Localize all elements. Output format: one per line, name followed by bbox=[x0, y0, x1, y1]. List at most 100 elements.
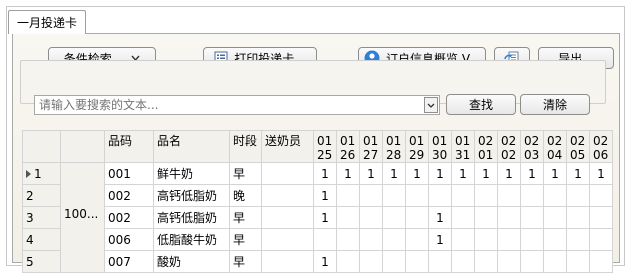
cell-quantity[interactable] bbox=[428, 184, 452, 207]
cell-quantity[interactable] bbox=[566, 184, 590, 207]
cell-quantity[interactable] bbox=[589, 228, 613, 251]
cell-quantity[interactable] bbox=[543, 250, 567, 273]
cell-quantity[interactable] bbox=[497, 228, 521, 251]
row-indicator[interactable]: 5 bbox=[22, 250, 61, 273]
date-column-header[interactable]: 01 29 bbox=[405, 130, 429, 163]
cell-quantity[interactable] bbox=[589, 250, 613, 273]
cell-quantity[interactable] bbox=[474, 228, 498, 251]
date-column-header[interactable]: 02 03 bbox=[520, 130, 544, 163]
row-indicator[interactable]: 1 bbox=[22, 162, 61, 185]
cell-period[interactable]: 早 bbox=[229, 228, 262, 251]
cell-quantity[interactable]: 1 bbox=[405, 162, 429, 185]
date-column-header[interactable]: 01 25 bbox=[313, 130, 337, 163]
cell-quantity[interactable] bbox=[451, 250, 475, 273]
cell-quantity[interactable] bbox=[589, 184, 613, 207]
cell-quantity[interactable] bbox=[336, 228, 360, 251]
clear-button[interactable]: 清除 bbox=[520, 94, 590, 115]
cell-quantity[interactable] bbox=[520, 206, 544, 229]
cell-code[interactable]: 001 bbox=[104, 162, 154, 185]
search-history-dropdown[interactable] bbox=[424, 97, 438, 113]
row-indicator[interactable]: 4 bbox=[22, 228, 61, 251]
cell-quantity[interactable] bbox=[405, 184, 429, 207]
cell-code[interactable]: 002 bbox=[104, 184, 154, 207]
cell-period[interactable]: 早 bbox=[229, 250, 262, 273]
cell-quantity[interactable] bbox=[405, 250, 429, 273]
cell-quantity[interactable]: 1 bbox=[428, 228, 452, 251]
cell-period[interactable]: 早 bbox=[229, 206, 262, 229]
column-header-code[interactable]: 品码 bbox=[104, 130, 154, 163]
cell-quantity[interactable] bbox=[405, 206, 429, 229]
cell-quantity[interactable]: 1 bbox=[313, 206, 337, 229]
cell-quantity[interactable] bbox=[497, 206, 521, 229]
column-header-period[interactable]: 时段 bbox=[229, 130, 262, 163]
cell-quantity[interactable] bbox=[543, 184, 567, 207]
cell-quantity[interactable] bbox=[474, 206, 498, 229]
cell-quantity[interactable]: 1 bbox=[474, 162, 498, 185]
cell-quantity[interactable] bbox=[474, 184, 498, 207]
cell-quantity[interactable] bbox=[359, 184, 383, 207]
cell-quantity[interactable] bbox=[359, 228, 383, 251]
cell-quantity[interactable] bbox=[566, 250, 590, 273]
cell-quantity[interactable] bbox=[589, 206, 613, 229]
cell-quantity[interactable] bbox=[520, 228, 544, 251]
cell-quantity[interactable] bbox=[451, 184, 475, 207]
cell-quantity[interactable]: 1 bbox=[497, 162, 521, 185]
cell-quantity[interactable]: 1 bbox=[566, 162, 590, 185]
cell-quantity[interactable] bbox=[405, 228, 429, 251]
date-column-header[interactable]: 01 26 bbox=[336, 130, 360, 163]
cell-quantity[interactable] bbox=[566, 206, 590, 229]
cell-name[interactable]: 低脂酸牛奶 bbox=[153, 228, 230, 251]
cell-name[interactable]: 酸奶 bbox=[153, 250, 230, 273]
date-column-header[interactable]: 02 02 bbox=[497, 130, 521, 163]
cell-quantity[interactable]: 1 bbox=[313, 250, 337, 273]
cell-code[interactable]: 007 bbox=[104, 250, 154, 273]
cell-quantity[interactable] bbox=[382, 184, 406, 207]
cell-quantity[interactable] bbox=[382, 228, 406, 251]
cell-quantity[interactable] bbox=[520, 184, 544, 207]
cell-quantity[interactable] bbox=[451, 206, 475, 229]
cell-quantity[interactable]: 1 bbox=[313, 162, 337, 185]
cell-period[interactable]: 晚 bbox=[229, 184, 262, 207]
cell-quantity[interactable] bbox=[336, 206, 360, 229]
cell-quantity[interactable] bbox=[497, 184, 521, 207]
table-row[interactable]: 5 007 酸奶早 1 bbox=[22, 250, 613, 273]
cell-quantity[interactable] bbox=[543, 206, 567, 229]
cell-quantity[interactable] bbox=[313, 228, 337, 251]
row-indicator[interactable]: 3 bbox=[22, 206, 61, 229]
cell-quantity[interactable]: 1 bbox=[428, 162, 452, 185]
table-row[interactable]: 3 002 高钙低脂奶早 1 1 bbox=[22, 206, 613, 229]
find-button[interactable]: 查找 bbox=[446, 94, 516, 115]
date-column-header[interactable]: 01 30 bbox=[428, 130, 452, 163]
cell-quantity[interactable] bbox=[382, 206, 406, 229]
cell-quantity[interactable] bbox=[566, 228, 590, 251]
group-cell[interactable]: 100... bbox=[60, 162, 105, 273]
cell-quantity[interactable] bbox=[359, 206, 383, 229]
date-column-header[interactable]: 01 31 bbox=[451, 130, 475, 163]
cell-name[interactable]: 高钙低脂奶 bbox=[153, 206, 230, 229]
table-row[interactable]: 4 006 低脂酸牛奶早 1 bbox=[22, 228, 613, 251]
cell-quantity[interactable]: 1 bbox=[428, 206, 452, 229]
cell-quantity[interactable]: 1 bbox=[359, 162, 383, 185]
cell-quantity[interactable] bbox=[382, 250, 406, 273]
cell-quantity[interactable]: 1 bbox=[451, 162, 475, 185]
cell-quantity[interactable] bbox=[336, 184, 360, 207]
cell-quantity[interactable]: 1 bbox=[336, 162, 360, 185]
cell-courier[interactable] bbox=[261, 250, 314, 273]
cell-quantity[interactable] bbox=[543, 228, 567, 251]
date-column-header[interactable]: 01 28 bbox=[382, 130, 406, 163]
column-header-name[interactable]: 品名 bbox=[153, 130, 230, 163]
cell-quantity[interactable] bbox=[474, 250, 498, 273]
cell-quantity[interactable] bbox=[451, 228, 475, 251]
cell-quantity[interactable] bbox=[336, 250, 360, 273]
row-indicator[interactable]: 2 bbox=[22, 184, 61, 207]
cell-courier[interactable] bbox=[261, 184, 314, 207]
cell-name[interactable]: 鲜牛奶 bbox=[153, 162, 230, 185]
cell-quantity[interactable] bbox=[359, 250, 383, 273]
cell-quantity[interactable]: 1 bbox=[543, 162, 567, 185]
cell-name[interactable]: 高钙低脂奶 bbox=[153, 184, 230, 207]
date-column-header[interactable]: 02 04 bbox=[543, 130, 567, 163]
cell-courier[interactable] bbox=[261, 162, 314, 185]
cell-quantity[interactable] bbox=[497, 250, 521, 273]
cell-quantity[interactable] bbox=[520, 250, 544, 273]
cell-quantity[interactable] bbox=[428, 250, 452, 273]
